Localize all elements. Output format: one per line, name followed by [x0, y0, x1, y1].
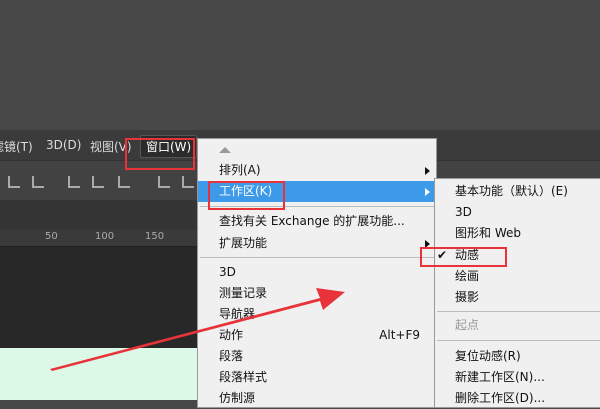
arrow-icon — [50, 288, 345, 371]
annotation-arrow — [50, 288, 345, 371]
